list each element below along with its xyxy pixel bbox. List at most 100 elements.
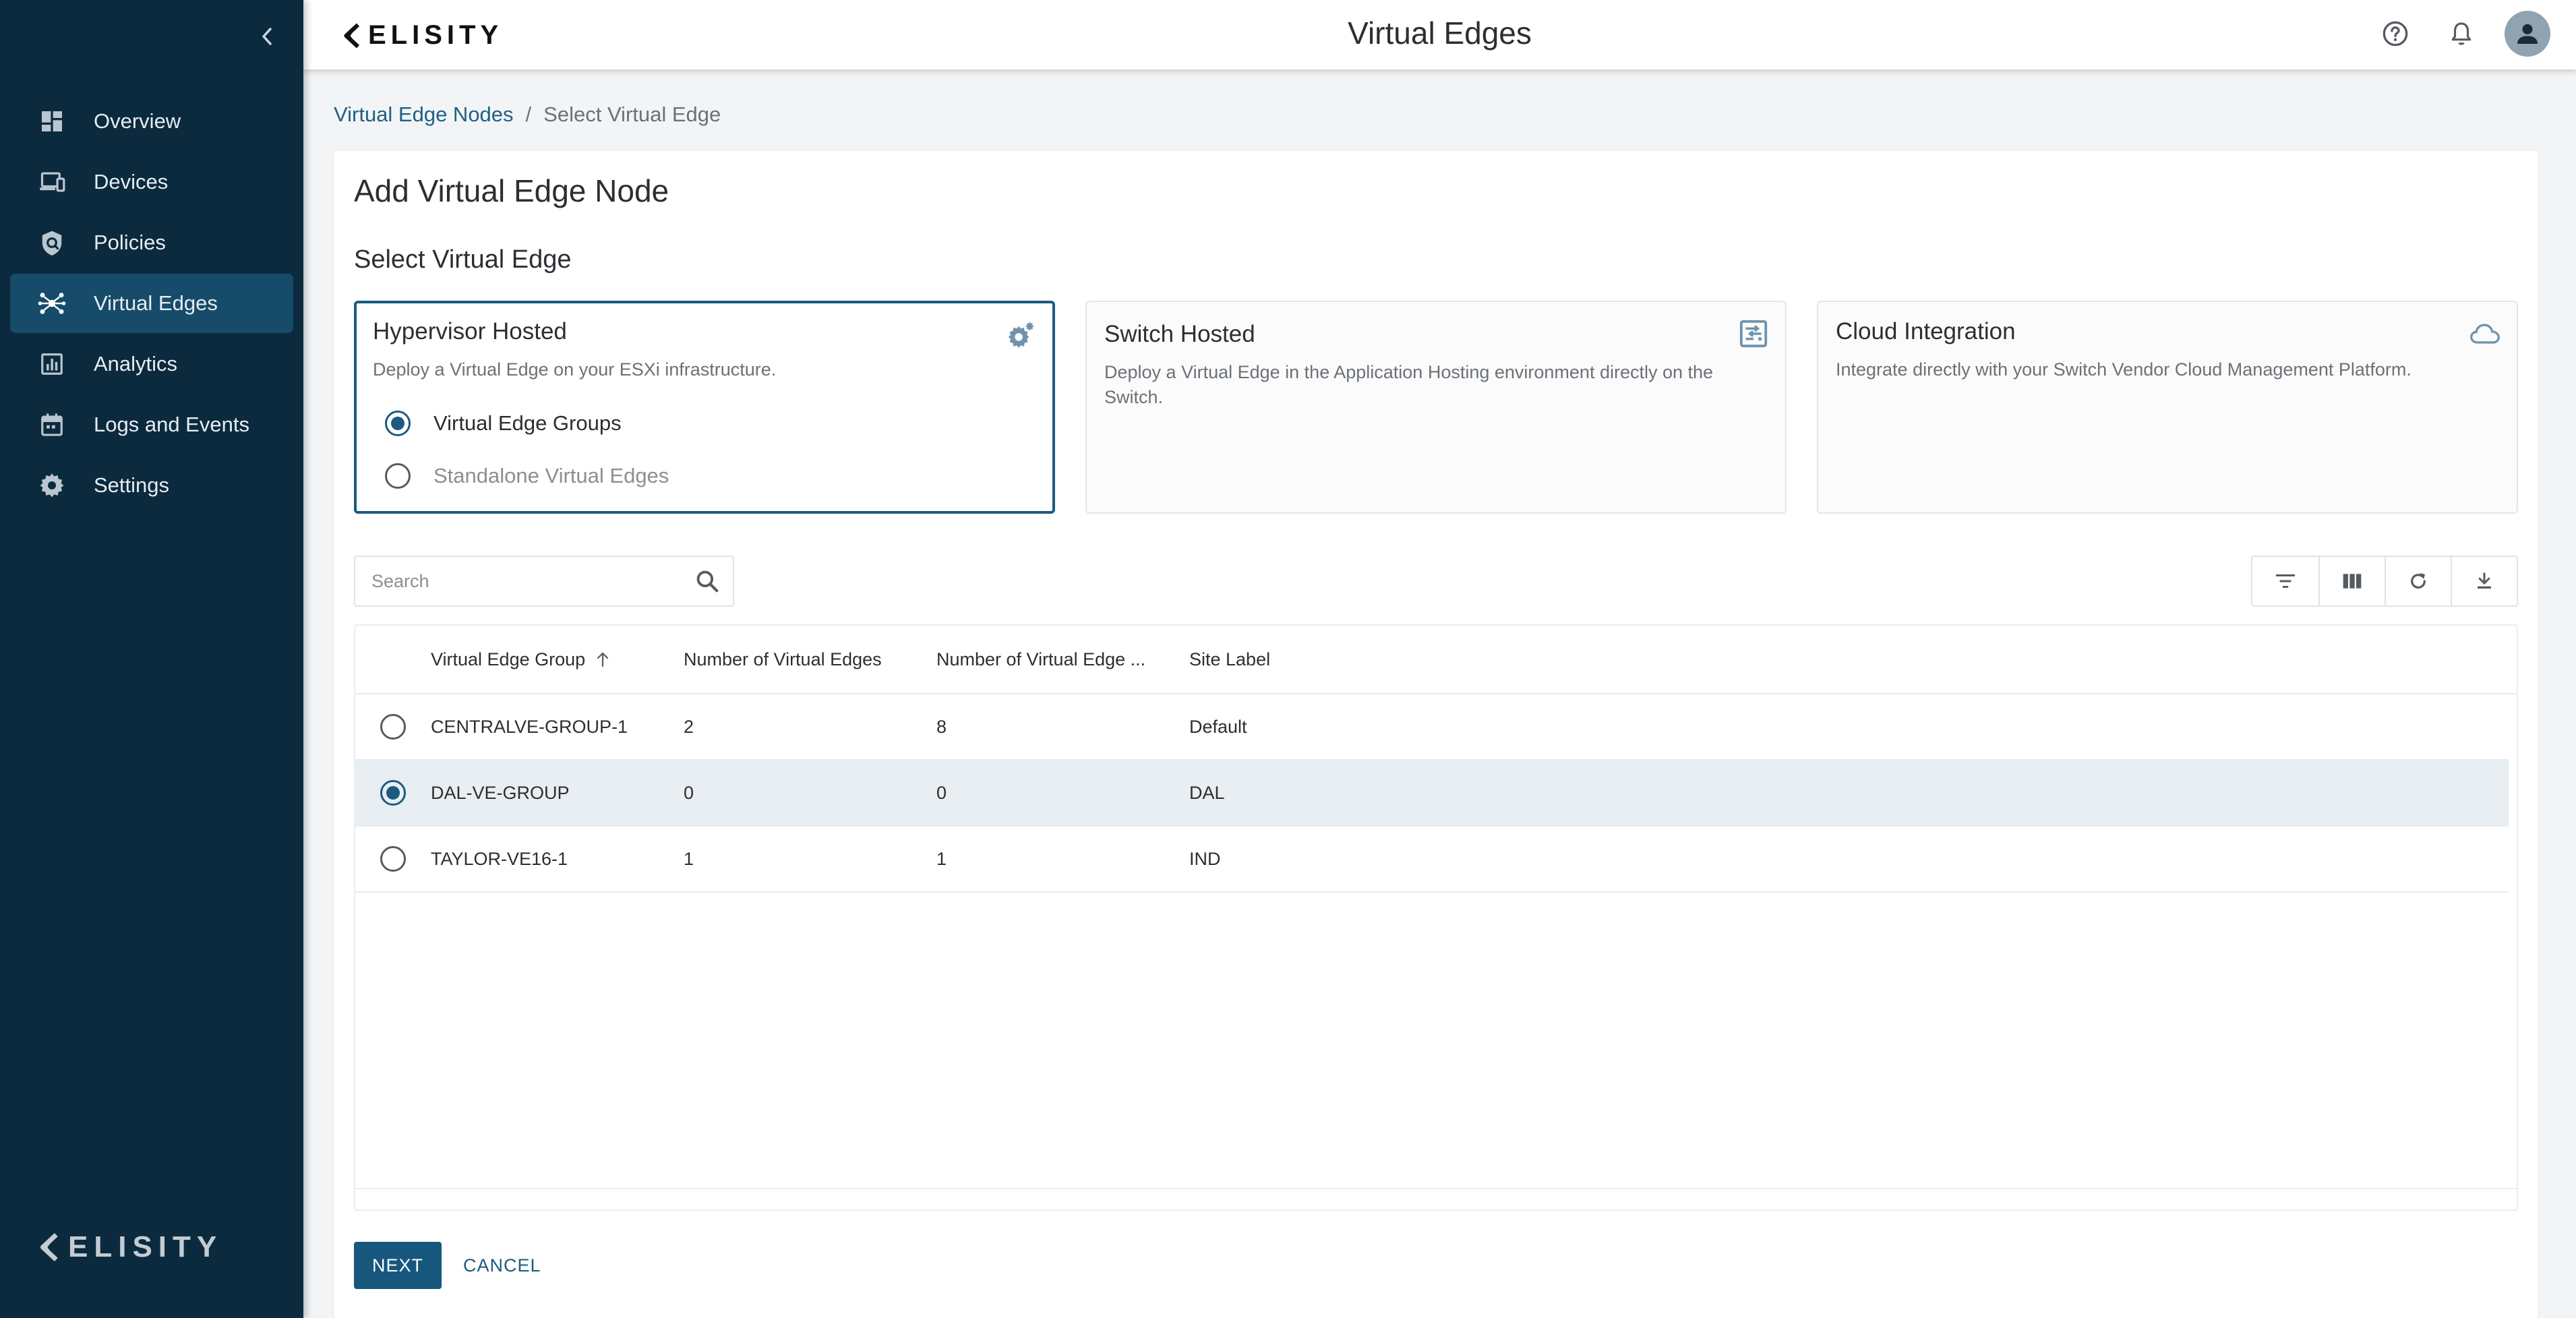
sidebar-item-virtual-edges[interactable]: Virtual Edges xyxy=(10,274,293,333)
columns-button[interactable] xyxy=(2318,557,2385,605)
option-title: Hypervisor Hosted xyxy=(373,318,567,345)
cell-number-of-virtual-edge-other: 1 xyxy=(936,848,947,869)
sidebar-item-label: Devices xyxy=(94,170,169,193)
radio-standalone-virtual-edges[interactable]: Standalone Virtual Edges xyxy=(385,450,1036,502)
option-card-hypervisor-hosted[interactable]: Hypervisor Hosted Deploy a Virtual Edge … xyxy=(354,301,1055,514)
refresh-button[interactable] xyxy=(2385,557,2451,605)
breadcrumb-separator: / xyxy=(525,102,532,126)
cell-number-of-virtual-edges: 1 xyxy=(684,848,694,869)
top-header: ELISITY Virtual Edges xyxy=(303,0,2576,69)
user-icon xyxy=(2517,24,2538,44)
page-title: Virtual Edges xyxy=(1348,16,1532,51)
form-actions: NEXT CANCEL xyxy=(354,1242,541,1289)
chart-icon xyxy=(37,349,67,379)
row-radio[interactable] xyxy=(380,780,406,806)
gear-icon xyxy=(37,471,67,500)
table-toolbar xyxy=(2251,556,2518,607)
shield-icon xyxy=(37,228,67,258)
cell-site-label: Default xyxy=(1189,716,1247,737)
cell-number-of-virtual-edges: 2 xyxy=(684,716,694,737)
table-row[interactable]: TAYLOR-VE16-1 1 1 IND xyxy=(355,827,2509,893)
search-box xyxy=(354,556,734,607)
switch-icon xyxy=(1737,317,1770,351)
row-radio[interactable] xyxy=(380,846,406,872)
chevron-left-icon xyxy=(262,28,272,45)
section-title: Select Virtual Edge xyxy=(354,245,572,274)
radio-indicator xyxy=(385,463,411,489)
sidebar-item-overview[interactable]: Overview xyxy=(10,92,293,151)
bell-icon xyxy=(2451,22,2472,45)
radio-label: Standalone Virtual Edges xyxy=(433,464,669,487)
sidebar-item-label: Overview xyxy=(94,109,181,133)
collapse-sidebar-button[interactable] xyxy=(255,24,279,49)
elisity-mark-icon xyxy=(40,1232,58,1262)
filter-button[interactable] xyxy=(2252,557,2318,605)
radio-label: Virtual Edge Groups xyxy=(433,411,622,435)
breadcrumb-current: Select Virtual Edge xyxy=(543,102,721,126)
option-title: Switch Hosted xyxy=(1104,321,1255,347)
help-button[interactable] xyxy=(2372,11,2418,57)
column-header-label: Virtual Edge Group xyxy=(431,649,586,669)
sidebar-brand-text: ELISITY xyxy=(68,1230,223,1263)
form-title: Add Virtual Edge Node xyxy=(354,173,669,208)
table-header: Virtual Edge Group Number of Virtual Edg… xyxy=(355,626,2517,694)
search-input[interactable] xyxy=(371,570,682,592)
option-description: Deploy a Virtual Edge in the Application… xyxy=(1104,362,1714,407)
option-card-switch-hosted[interactable]: Switch Hosted Deploy a Virtual Edge in t… xyxy=(1085,301,1787,514)
cell-site-label: DAL xyxy=(1189,782,1225,803)
cell-number-of-virtual-edge-other: 0 xyxy=(936,782,947,803)
help-icon xyxy=(2383,21,2408,47)
column-header-number-of-virtual-edge-truncated[interactable]: Number of Virtual Edge ... xyxy=(936,649,1189,670)
sidebar-item-label: Virtual Edges xyxy=(94,291,218,315)
virtual-edge-type-options: Hypervisor Hosted Deploy a Virtual Edge … xyxy=(354,301,2518,514)
cell-number-of-virtual-edges: 0 xyxy=(684,782,694,803)
sidebar-item-label: Logs and Events xyxy=(94,413,249,436)
radio-indicator xyxy=(385,411,411,436)
option-card-cloud-integration[interactable]: Cloud Integration Integrate directly wit… xyxy=(1817,301,2518,514)
cell-virtual-edge-group: TAYLOR-VE16-1 xyxy=(431,848,568,869)
sidebar-item-analytics[interactable]: Analytics xyxy=(10,334,293,394)
download-button[interactable] xyxy=(2451,557,2517,605)
sidebar: Overview Devices Policies Virtual Edges … xyxy=(0,0,303,1318)
sidebar-item-settings[interactable]: Settings xyxy=(10,456,293,515)
filter-icon xyxy=(2275,574,2296,589)
table-row[interactable]: CENTRALVE-GROUP-1 2 8 Default xyxy=(355,694,2509,760)
cell-number-of-virtual-edge-other: 8 xyxy=(936,716,947,737)
cloud-icon xyxy=(2468,317,2502,351)
sort-ascending-icon[interactable] xyxy=(595,650,611,669)
user-avatar-button[interactable] xyxy=(2505,11,2550,57)
next-button[interactable]: NEXT xyxy=(354,1242,442,1289)
cell-site-label: IND xyxy=(1189,848,1221,869)
virtual-edge-groups-table: Virtual Edge Group Number of Virtual Edg… xyxy=(354,624,2518,1211)
sidebar-nav: Overview Devices Policies Virtual Edges … xyxy=(10,92,293,516)
option-description: Integrate directly with your Switch Vend… xyxy=(1836,359,2412,380)
network-icon xyxy=(37,289,67,318)
refresh-icon xyxy=(2411,573,2426,589)
option-description: Deploy a Virtual Edge on your ESXi infra… xyxy=(373,359,777,380)
columns-icon xyxy=(2343,574,2362,589)
gear-settings-icon xyxy=(1004,318,1038,352)
cancel-button[interactable]: CANCEL xyxy=(463,1255,541,1276)
option-title: Cloud Integration xyxy=(1836,318,2016,345)
main-card: Add Virtual Edge Node Select Virtual Edg… xyxy=(334,151,2538,1318)
sidebar-item-logs-and-events[interactable]: Logs and Events xyxy=(10,395,293,454)
column-header-number-of-virtual-edges[interactable]: Number of Virtual Edges xyxy=(684,649,936,670)
sidebar-item-policies[interactable]: Policies xyxy=(10,213,293,272)
header-actions xyxy=(2352,11,2550,57)
table-row[interactable]: DAL-VE-GROUP 0 0 DAL xyxy=(355,760,2509,827)
column-header-site-label[interactable]: Site Label xyxy=(1189,649,1442,670)
breadcrumb: Virtual Edge Nodes / Select Virtual Edge xyxy=(334,102,721,127)
column-header-virtual-edge-group[interactable]: Virtual Edge Group xyxy=(431,649,684,670)
sidebar-item-label: Policies xyxy=(94,231,166,254)
table-bottom-border xyxy=(355,1188,2517,1189)
notifications-button[interactable] xyxy=(2438,11,2484,57)
sidebar-item-devices[interactable]: Devices xyxy=(10,152,293,212)
breadcrumb-link-virtual-edge-nodes[interactable]: Virtual Edge Nodes xyxy=(334,102,514,127)
search-icon[interactable] xyxy=(682,568,733,594)
cell-virtual-edge-group: DAL-VE-GROUP xyxy=(431,782,570,803)
sidebar-item-label: Settings xyxy=(94,473,170,497)
row-radio[interactable] xyxy=(380,714,406,740)
cell-virtual-edge-group: CENTRALVE-GROUP-1 xyxy=(431,716,628,737)
radio-virtual-edge-groups[interactable]: Virtual Edge Groups xyxy=(385,397,1036,450)
sidebar-item-label: Analytics xyxy=(94,352,178,376)
